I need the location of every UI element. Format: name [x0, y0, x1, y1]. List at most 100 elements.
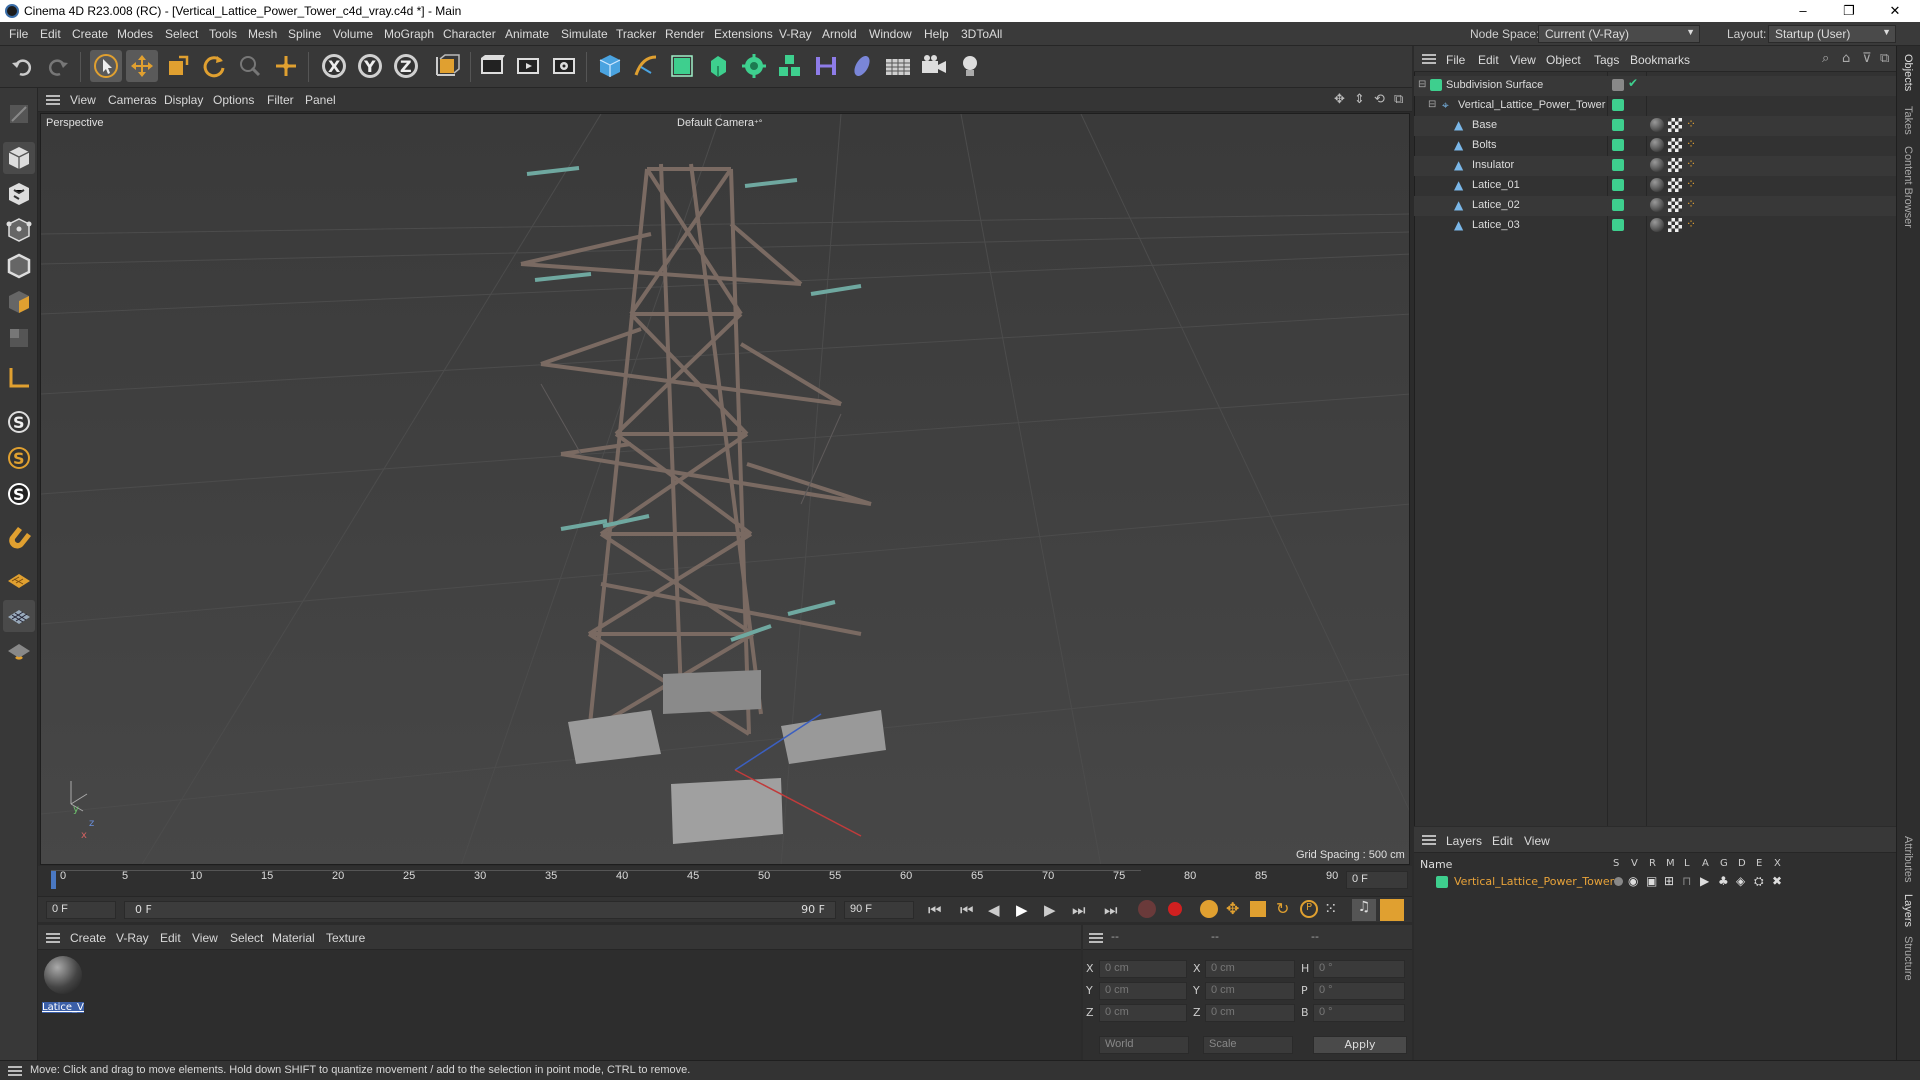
menu-select[interactable]: Select — [165, 27, 198, 41]
menu-extensions[interactable]: Extensions — [714, 27, 773, 41]
size-x-field[interactable]: 0 cm — [1205, 960, 1295, 978]
menu-tools[interactable]: Tools — [209, 27, 237, 41]
hamburger-menu-icon[interactable] — [46, 933, 60, 943]
menu-render[interactable]: Render — [665, 27, 704, 41]
size-y-field[interactable]: 0 cm — [1205, 982, 1295, 1000]
material-menu-view[interactable]: View — [192, 931, 218, 945]
manager-toggle-icon[interactable]: ⊞ — [1664, 874, 1674, 888]
layer-menu-layers[interactable]: Layers — [1446, 834, 1482, 848]
tab-structure[interactable]: Structure — [1902, 936, 1914, 981]
live-selection-icon[interactable] — [234, 50, 266, 82]
material-swatch[interactable]: Latice_Vi — [42, 954, 84, 1016]
previous-key-icon[interactable]: ⏮ — [960, 901, 974, 919]
sketch-icon[interactable]: S — [3, 478, 35, 510]
layer-color-icon[interactable] — [1612, 139, 1624, 151]
filter-icon[interactable]: ⊽ — [1862, 51, 1872, 66]
model-mode-icon[interactable] — [3, 142, 35, 174]
previous-frame-icon[interactable]: ◀ — [988, 901, 1000, 919]
lock-icon[interactable]: ⊓ — [1682, 874, 1691, 888]
close-button[interactable]: ✕ — [1872, 0, 1918, 22]
layout-dropdown[interactable]: Startup (User) ▼ — [1768, 25, 1896, 43]
cloner-icon[interactable] — [738, 50, 770, 82]
maximize-view-icon[interactable]: ⧉ — [1394, 92, 1403, 107]
uvw-tag-icon[interactable] — [1668, 198, 1682, 212]
move-tool-icon[interactable] — [126, 50, 158, 82]
collapse-icon[interactable]: ⊟ — [1428, 99, 1436, 110]
y-axis-lock-icon[interactable]: Y — [354, 50, 386, 82]
apply-button[interactable]: Apply — [1313, 1036, 1407, 1054]
material-menu-material[interactable]: Material — [272, 931, 315, 945]
end-frame-field[interactable]: 90 F — [844, 901, 914, 919]
current-frame-field[interactable]: 0 F — [1346, 871, 1408, 889]
material-menu-edit[interactable]: Edit — [160, 931, 181, 945]
phong-tag-icon[interactable]: ⁘ — [1686, 137, 1696, 151]
menu-help[interactable]: Help — [924, 27, 949, 41]
layer-color-icon[interactable] — [1612, 119, 1624, 131]
redo-icon[interactable] — [42, 50, 74, 82]
playhead[interactable] — [51, 871, 56, 889]
object-row-insulator[interactable]: ▲ Insulator ⁘ — [1414, 156, 1896, 176]
maximize-button[interactable]: ❐ — [1826, 0, 1872, 22]
position-z-field[interactable]: 0 cm — [1099, 1004, 1187, 1022]
phong-tag-icon[interactable]: ⁘ — [1686, 117, 1696, 131]
phong-tag-icon[interactable]: ⁘ — [1686, 177, 1696, 191]
menu-window[interactable]: Window — [869, 27, 912, 41]
frame-range-slider[interactable]: 0 F 90 F — [124, 901, 836, 919]
collapse-icon[interactable]: ⊟ — [1418, 79, 1426, 90]
uvw-tag-icon[interactable] — [1668, 118, 1682, 132]
object-menu-bookmarks[interactable]: Bookmarks — [1630, 53, 1690, 67]
menu-vray[interactable]: V-Ray — [779, 27, 812, 41]
floor-grid-icon[interactable] — [882, 50, 914, 82]
material-tag-icon[interactable] — [1650, 218, 1664, 232]
position-y-field[interactable]: 0 cm — [1099, 982, 1187, 1000]
animation-toggle-icon[interactable]: ▶ — [1700, 874, 1709, 888]
layer-row[interactable]: Vertical_Lattice_Power_Tower ◉ ▣ ⊞ ⊓ ▶ ♣… — [1414, 873, 1896, 891]
hamburger-menu-icon[interactable] — [8, 1066, 22, 1076]
key-rotation-icon[interactable]: ↻ — [1276, 899, 1289, 918]
light-icon[interactable] — [954, 50, 986, 82]
render-picture-viewer-icon[interactable] — [512, 50, 544, 82]
autokey-icon[interactable] — [1166, 900, 1184, 918]
material-menu-texture[interactable]: Texture — [326, 931, 365, 945]
render-view-icon[interactable] — [476, 50, 508, 82]
extrude-icon[interactable] — [702, 50, 734, 82]
grid-workplane-icon[interactable] — [3, 600, 35, 632]
object-menu-file[interactable]: File — [1446, 53, 1465, 67]
tab-takes[interactable]: Takes — [1902, 106, 1914, 135]
menu-arnold[interactable]: Arnold — [822, 27, 857, 41]
home-icon[interactable]: ⌂ — [1842, 51, 1850, 66]
next-key-icon[interactable]: ⏭ — [1072, 901, 1086, 919]
camera-icon[interactable] — [918, 50, 950, 82]
go-to-start-icon[interactable]: ⏮ — [928, 901, 942, 919]
deformers-toggle-icon[interactable]: ◈ — [1736, 874, 1745, 888]
uvw-tag-icon[interactable] — [1668, 158, 1682, 172]
snap-icon[interactable]: S — [3, 406, 35, 438]
menu-3dtoall[interactable]: 3DToAll — [961, 27, 1002, 41]
viewport-menu-panel[interactable]: Panel — [305, 93, 336, 107]
record-keys-icon[interactable] — [1138, 900, 1156, 918]
viewport-menu-options[interactable]: Options — [213, 93, 254, 107]
uv-mode-icon[interactable] — [3, 322, 35, 354]
object-row-base[interactable]: ▲ Base ⁘ — [1414, 116, 1896, 136]
polygons-mode-icon[interactable] — [3, 286, 35, 318]
scale-mode-dropdown[interactable]: Scale — [1203, 1036, 1293, 1054]
object-row-latice-02[interactable]: ▲ Latice_02 ⁘ — [1414, 196, 1896, 216]
new-window-icon[interactable]: ⧉ — [1880, 51, 1889, 66]
xref-toggle-icon[interactable]: ✖ — [1772, 874, 1782, 888]
uvw-tag-icon[interactable] — [1668, 218, 1682, 232]
search-icon[interactable]: ⌕ — [1822, 51, 1829, 66]
field-icon[interactable] — [846, 50, 878, 82]
object-row-latice-03[interactable]: ▲ Latice_03 ⁘ — [1414, 216, 1896, 236]
object-menu-view[interactable]: View — [1510, 53, 1536, 67]
viewport-menu-filter[interactable]: Filter — [267, 93, 294, 107]
workplane-icon[interactable] — [3, 564, 35, 596]
material-tag-icon[interactable] — [1650, 198, 1664, 212]
x-axis-lock-icon[interactable]: X — [318, 50, 350, 82]
tab-layers[interactable]: Layers — [1902, 894, 1914, 927]
coordinate-system-icon[interactable] — [432, 50, 464, 82]
transform-tool-icon[interactable] — [270, 50, 302, 82]
menu-spline[interactable]: Spline — [288, 27, 321, 41]
deformer-icon[interactable] — [810, 50, 842, 82]
key-parameter-icon[interactable]: P — [1300, 900, 1318, 918]
layer-color-icon[interactable] — [1612, 179, 1624, 191]
